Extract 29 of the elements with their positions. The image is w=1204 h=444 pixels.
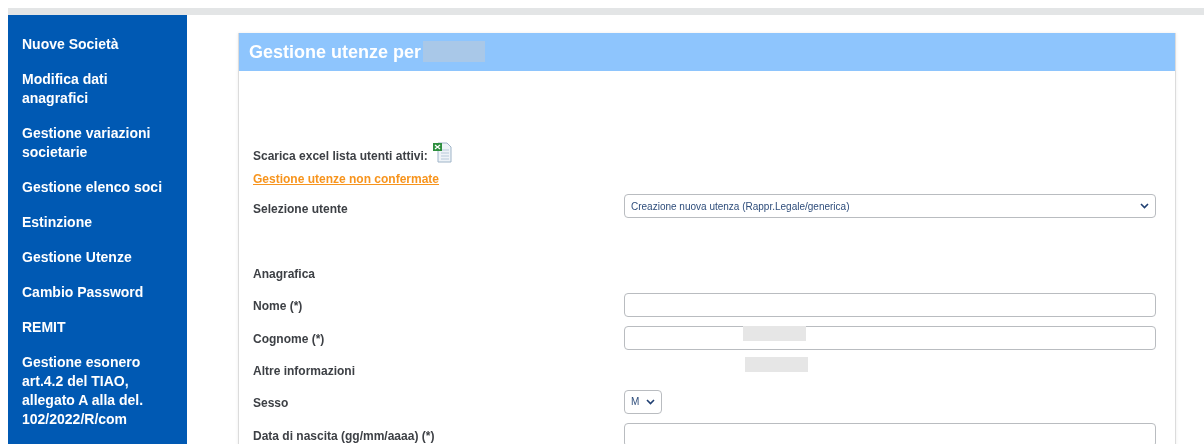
field-label: Cognome (*) bbox=[253, 331, 325, 346]
chevron-down-icon bbox=[1140, 203, 1149, 209]
sidebar-item[interactable]: Cambio Password bbox=[22, 283, 173, 302]
sidebar-item[interactable]: Modifica dati anagrafici bbox=[22, 70, 173, 108]
sidebar-item[interactable]: Nuove Società bbox=[22, 35, 173, 54]
sidebar-item[interactable]: Gestione variazioni societarie bbox=[22, 124, 173, 162]
dropdown[interactable]: M bbox=[624, 389, 662, 414]
section-heading: Anagrafica bbox=[253, 266, 316, 281]
panel-title: Gestione utenze per bbox=[249, 41, 422, 63]
sidebar-item[interactable]: Gestione esonero art.4.2 del TIAO, allegato A alla del. 102/2022/R/com bbox=[22, 353, 173, 429]
download-label: Scarica excel lista utenti attivi: bbox=[253, 149, 428, 163]
field-label: Data di nascita (gg/mm/aaaa) (*) bbox=[253, 428, 435, 443]
section-heading: Altre informazioni bbox=[253, 363, 355, 378]
sidebar-item[interactable]: Gestione elenco soci bbox=[22, 178, 173, 197]
dropdown[interactable]: Creazione nuova utenza (Rappr.Legale/generica) bbox=[624, 194, 1156, 218]
redaction-block bbox=[743, 326, 806, 341]
input-field[interactable] bbox=[624, 422, 1156, 444]
redaction-block bbox=[745, 357, 808, 372]
field-label: Nome (*) bbox=[253, 298, 303, 313]
field-label: Sesso bbox=[253, 395, 289, 410]
sidebar-item[interactable]: REMIT bbox=[22, 318, 173, 337]
sidebar-item[interactable]: Gestione Utenze bbox=[22, 248, 173, 267]
input-field[interactable] bbox=[624, 292, 1156, 317]
chevron-down-icon bbox=[646, 398, 655, 405]
sidebar-item[interactable]: Estinzione bbox=[22, 213, 173, 232]
field-label: Selezione utente bbox=[253, 202, 348, 216]
input-field[interactable] bbox=[624, 325, 1156, 350]
spreadsheet-icon[interactable] bbox=[431, 141, 452, 163]
redaction-block bbox=[423, 41, 485, 62]
